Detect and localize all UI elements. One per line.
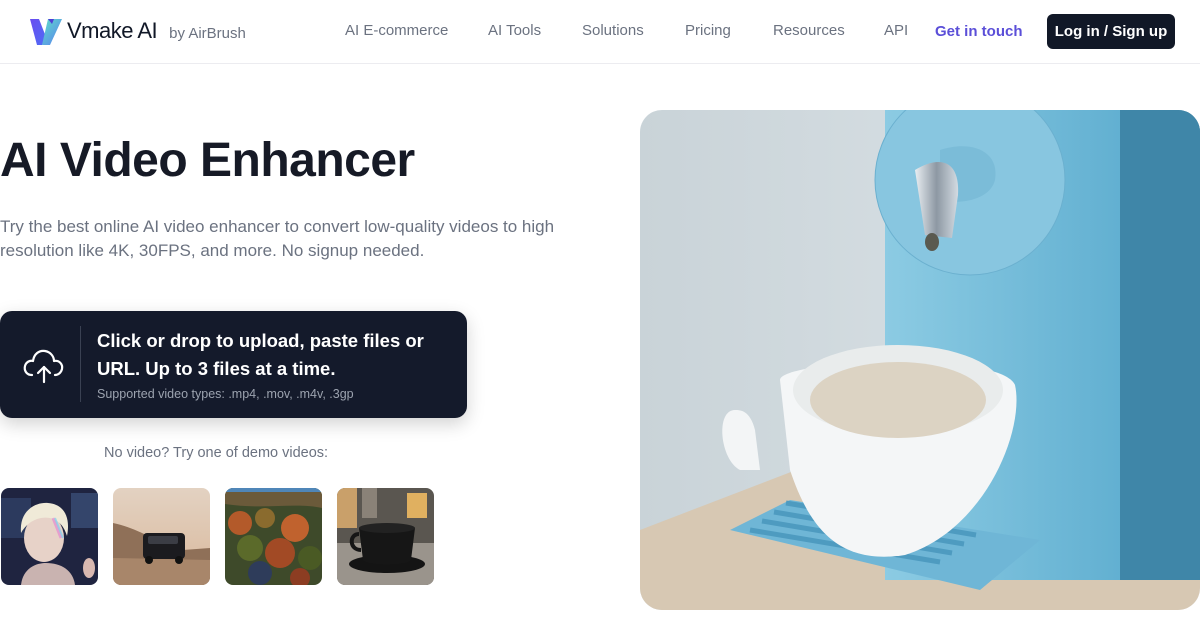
demo-video-car-desert[interactable]: [113, 488, 210, 585]
coffee-cup-thumbnail: [337, 488, 434, 585]
vmake-logo-icon: [30, 19, 62, 45]
cloud-upload-icon: [23, 349, 64, 384]
logo[interactable]: Vmake AI by AirBrush: [28, 15, 246, 47]
demo-videos-label: No video? Try one of demo videos:: [104, 445, 329, 461]
portrait-thumbnail: [1, 488, 98, 585]
supported-types: Supported video types: .mp4, .mov, .m4v,…: [97, 387, 354, 401]
demo-video-autumn-forest[interactable]: [225, 488, 322, 585]
get-in-touch-link[interactable]: Get in touch: [935, 23, 1023, 40]
nav-ai-ecommerce[interactable]: AI E-commerce: [345, 22, 448, 39]
car-desert-thumbnail: [113, 488, 210, 585]
demo-video-coffee-cup[interactable]: [337, 488, 434, 585]
hero-description: Try the best online AI video enhancer to…: [0, 217, 555, 260]
autumn-forest-thumbnail: [225, 488, 322, 585]
nav-resources[interactable]: Resources: [773, 22, 845, 39]
upload-divider: [80, 326, 81, 402]
nav-pricing[interactable]: Pricing: [685, 22, 731, 39]
header: Vmake AI by AirBrush AI E-commerce AI To…: [0, 0, 1200, 64]
demo-video-portrait[interactable]: [1, 488, 98, 585]
nav-api[interactable]: API: [884, 22, 908, 39]
page-title: AI Video Enhancer: [0, 134, 415, 187]
coffee-dispenser-illustration: [640, 110, 1200, 610]
logo-name: Vmake AI: [67, 18, 158, 43]
logo-by-airbrush: by AirBrush: [169, 24, 246, 42]
upload-instructions: Click or drop to upload, paste files or …: [97, 330, 424, 379]
nav-solutions[interactable]: Solutions: [582, 22, 644, 39]
nav-ai-tools[interactable]: AI Tools: [488, 22, 541, 39]
hero-image: [640, 110, 1200, 610]
login-signup-button[interactable]: Log in / Sign up: [1047, 14, 1175, 49]
